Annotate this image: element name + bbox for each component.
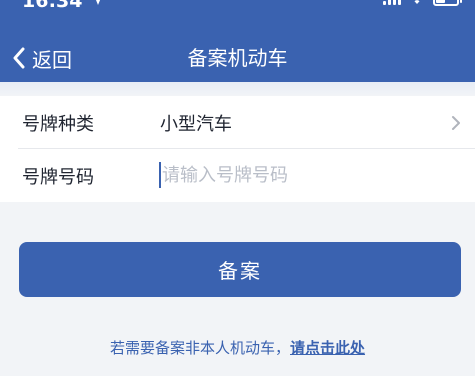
location-arrow-icon <box>96 0 101 5</box>
other-vehicle-hint: 若需要备案非本人机动车，请点击此处 <box>0 337 475 358</box>
plate-number-row: 号牌号码 <box>0 149 475 202</box>
chevron-right-icon <box>452 115 460 130</box>
header-bar: 16:34 返回 备案机动车 <box>0 0 475 82</box>
hint-text: 若需要备案非本人机动车， <box>109 339 290 357</box>
wifi-icon <box>414 0 420 4</box>
plate-type-value: 小型汽车 <box>160 113 232 135</box>
plate-number-label: 号牌号码 <box>22 166 94 188</box>
click-here-link[interactable]: 请点击此处 <box>290 339 365 357</box>
screen: 16:34 返回 备案机动车 号牌种类 小型汽车 号牌号码 请输入号牌号码 备案… <box>0 0 475 376</box>
battery-icon <box>433 0 462 6</box>
page-title: 备案机动车 <box>187 46 288 70</box>
submit-button[interactable]: 备案 <box>19 242 461 297</box>
status-time: 16:34 <box>22 0 83 12</box>
vehicle-form: 号牌种类 小型汽车 号牌号码 <box>0 96 475 202</box>
plate-number-input[interactable] <box>160 160 440 191</box>
header-shadow <box>0 82 475 96</box>
nav-bar: 返回 备案机动车 <box>0 36 475 80</box>
plate-type-row[interactable]: 号牌种类 小型汽车 <box>0 96 475 149</box>
signal-icon <box>383 0 401 5</box>
plate-type-label: 号牌种类 <box>22 113 94 135</box>
status-bar: 16:34 <box>0 0 475 20</box>
status-icons <box>383 0 462 8</box>
